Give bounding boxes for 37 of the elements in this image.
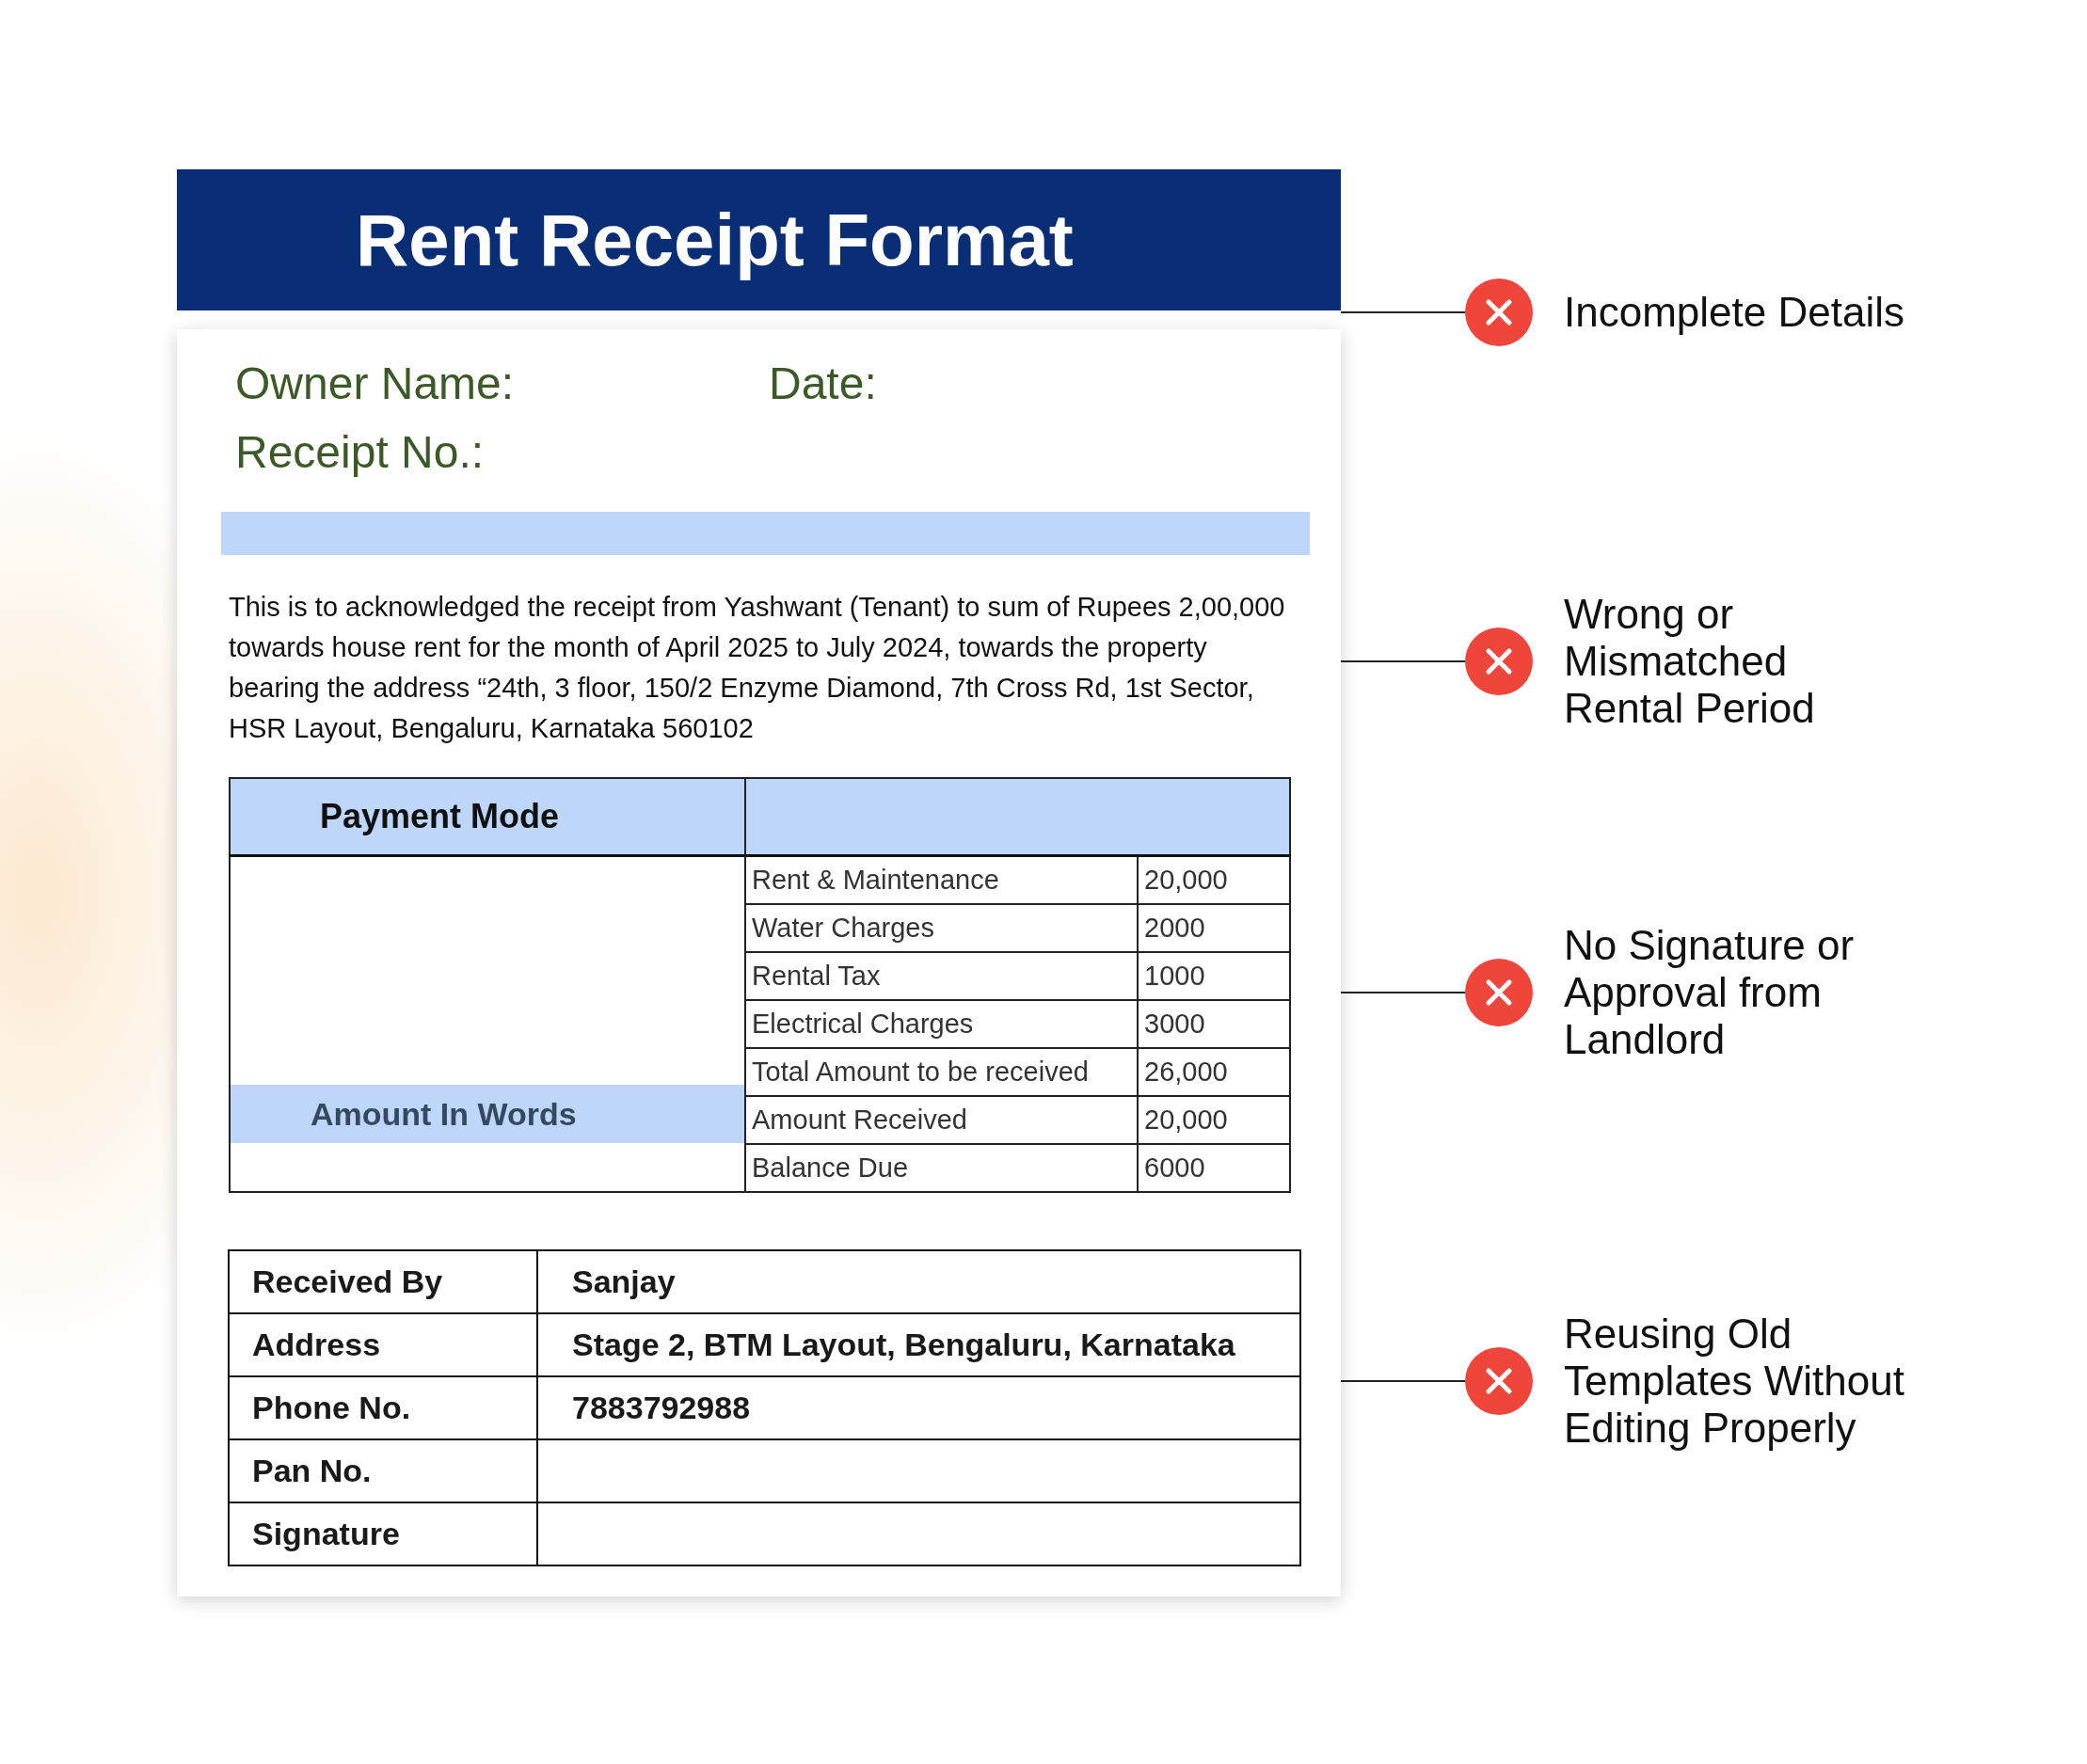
table-cell: Total Amount to be received [745, 1048, 1138, 1096]
table-cell: 3000 [1138, 1000, 1290, 1048]
callout-text: Wrong or Mismatched Rental Period [1564, 591, 1815, 732]
table-cell: 7883792988 [537, 1376, 1300, 1439]
field-label: Date: [769, 358, 878, 409]
field-label: Receipt No.: [235, 426, 486, 478]
table-cell: Rental Tax [745, 952, 1138, 1000]
table-cell: Signature [229, 1502, 537, 1565]
table-cell: Pan No. [229, 1439, 537, 1502]
error-x-icon [1465, 278, 1533, 346]
title: Rent Receipt Format [356, 197, 1074, 283]
table-header: Payment Mode [230, 778, 745, 856]
table-cell: 26,000 [1138, 1048, 1290, 1096]
table-cell: Stage 2, BTM Layout, Bengaluru, Karnataka [537, 1313, 1300, 1376]
table-cell: Sanjay [537, 1250, 1300, 1313]
table-cell: 20,000 [1138, 1096, 1290, 1144]
field-label: Owner Name: [235, 358, 516, 409]
table-cell: Rent & Maintenance [745, 855, 1138, 904]
table-cell: 6000 [1138, 1144, 1290, 1192]
callout-text: No Signature or Approval from Landlord [1564, 922, 1855, 1063]
error-x-icon [1465, 959, 1533, 1026]
table-cell: Water Charges [745, 904, 1138, 952]
table-cell: 20,000 [1138, 855, 1290, 904]
table-cell: Balance Due [745, 1144, 1138, 1192]
error-x-icon [1465, 1347, 1533, 1415]
acknowledgement-text: This is to acknowledged the receipt from Yashwant (Tenant) to sum of Rupees 2,00,000 towards house rent for the month of April 2025 to July 2024, towards the property bearing the address “24th, 3 floor, 150/2 Enzyme Diamond, 7th Cross Rd, 1st Sector, HSR Layout, Bengaluru, Karnataka 560102 [229, 591, 1286, 745]
table-cell: Electrical Charges [745, 1000, 1138, 1048]
table-cell: 1000 [1138, 952, 1290, 1000]
table-cell: Amount Received [745, 1096, 1138, 1144]
amount-in-words-label: Amount In Words [231, 1085, 744, 1143]
error-x-icon [1465, 628, 1533, 695]
table-cell: Address [229, 1313, 537, 1376]
callout-text: Incomplete Details [1564, 289, 1904, 336]
table-cell: Phone No. [229, 1376, 537, 1439]
callout-text: Reusing Old Templates Without Editing Properly [1564, 1311, 1904, 1452]
table-cell: Received By [229, 1250, 537, 1313]
table-cell: 2000 [1138, 904, 1290, 952]
